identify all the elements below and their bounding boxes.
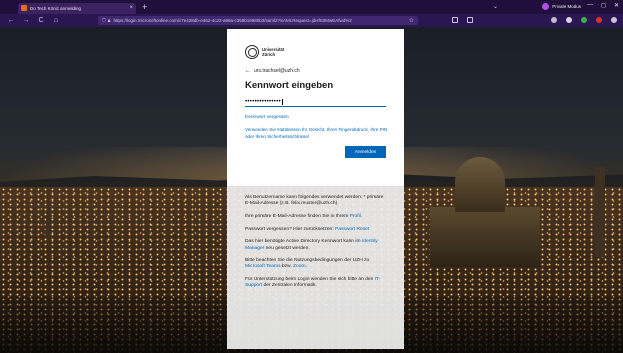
- minimize-button[interactable]: —: [587, 2, 593, 9]
- password-value: •••••••••••••••: [245, 98, 282, 105]
- library-icon[interactable]: [452, 17, 458, 23]
- reload-button[interactable]: C: [37, 17, 45, 24]
- private-mode-label: Private Modus: [552, 4, 581, 9]
- text-cursor: [282, 98, 283, 105]
- address-bar[interactable]: ⛉ 🔒︎ https://login.microsoftonline.com/c…: [98, 16, 418, 25]
- browser-tab-bar: Do Tech Köniz anmelding × + ⌄ Private Mo…: [0, 0, 623, 14]
- extension-icons: [551, 17, 617, 23]
- home-button[interactable]: ⌂: [52, 17, 60, 24]
- university-building: [430, 207, 540, 267]
- browser-tab[interactable]: Do Tech Köniz anmelding ×: [18, 2, 136, 14]
- tower: [595, 167, 605, 257]
- alternative-signin-link[interactable]: Verwenden Sie stattdessen Ihr Gesicht, I…: [245, 127, 395, 140]
- private-mode-indicator: Private Modus: [542, 3, 581, 10]
- extension-green-icon[interactable]: [581, 17, 587, 23]
- menu-icon[interactable]: [611, 17, 617, 23]
- password-field[interactable]: •••••••••••••••: [245, 97, 386, 107]
- info-password-reset: Passwort vergessen? Hier zurücksetzen: P…: [245, 226, 370, 232]
- new-tab-button[interactable]: +: [142, 2, 147, 12]
- account-email: urs.trachsel@uzh.ch: [254, 68, 300, 74]
- back-button[interactable]: ←: [7, 17, 15, 24]
- university-dome: [455, 157, 505, 212]
- page-title: Kennwort eingeben: [245, 80, 334, 91]
- logo-line-2: Zürich: [262, 52, 276, 57]
- account-back-row[interactable]: ← urs.trachsel@uzh.ch: [245, 68, 386, 74]
- sidebar-icon[interactable]: [467, 17, 473, 23]
- password-reset-link[interactable]: Passwort Reset: [335, 227, 369, 232]
- uzh-seal-icon: [245, 45, 259, 59]
- microsoft-teams-link[interactable]: Microsoft Teams: [245, 264, 281, 269]
- bookmark-star-icon[interactable]: ☆: [409, 17, 414, 24]
- forward-button[interactable]: →: [22, 17, 30, 24]
- private-mode-icon: [542, 3, 550, 10]
- shield-icon[interactable]: ⛉: [102, 18, 106, 24]
- extension-icon[interactable]: [566, 17, 572, 23]
- maximize-button[interactable]: ◻: [601, 2, 606, 9]
- uzh-logo: Universität Zürich: [245, 43, 386, 61]
- signin-button[interactable]: Anmelden: [345, 146, 386, 158]
- extension-red-icon[interactable]: [596, 17, 602, 23]
- login-card: Universität Zürich ← urs.trachsel@uzh.ch…: [227, 29, 404, 186]
- lock-icon[interactable]: 🔒︎: [108, 18, 111, 24]
- info-support: Für Unterstützung beim Login wenden Sie …: [245, 277, 381, 289]
- info-email: Ihre primäre E-Mail-Adresse finden Sie i…: [245, 213, 363, 219]
- forgot-password-link[interactable]: Kennwort vergessen: [245, 115, 386, 120]
- toolbar-mid-icons: [452, 17, 473, 23]
- tab-list-button[interactable]: ⌄: [493, 3, 498, 10]
- account-icon[interactable]: [551, 17, 557, 23]
- url-text[interactable]: https://login.microsoftonline.com/c7e438…: [113, 18, 405, 23]
- window-controls: — ◻ ✕: [587, 2, 619, 9]
- tab-title: Do Tech Köniz anmelding: [30, 5, 81, 11]
- tab-close-icon[interactable]: ×: [129, 5, 133, 11]
- info-identity-manager: Das hier benötigte Active Directory Kenn…: [245, 239, 378, 251]
- browser-toolbar: ← → C ⌂ ⛉ 🔒︎ https://login.microsoftonli…: [0, 14, 623, 27]
- info-terms: Bitte beachten Sie die Nutzungsbedingung…: [245, 258, 370, 270]
- back-arrow-icon[interactable]: ←: [245, 68, 251, 74]
- info-username: Als Benutzername kann folgendes verwende…: [245, 195, 384, 207]
- info-panel: Als Benutzername kann folgendes verwende…: [227, 186, 404, 349]
- close-window-button[interactable]: ✕: [614, 2, 619, 9]
- zoom-link[interactable]: Zoom: [293, 264, 306, 269]
- tab-favicon-icon: [21, 5, 27, 11]
- profile-link[interactable]: Profil: [350, 214, 361, 219]
